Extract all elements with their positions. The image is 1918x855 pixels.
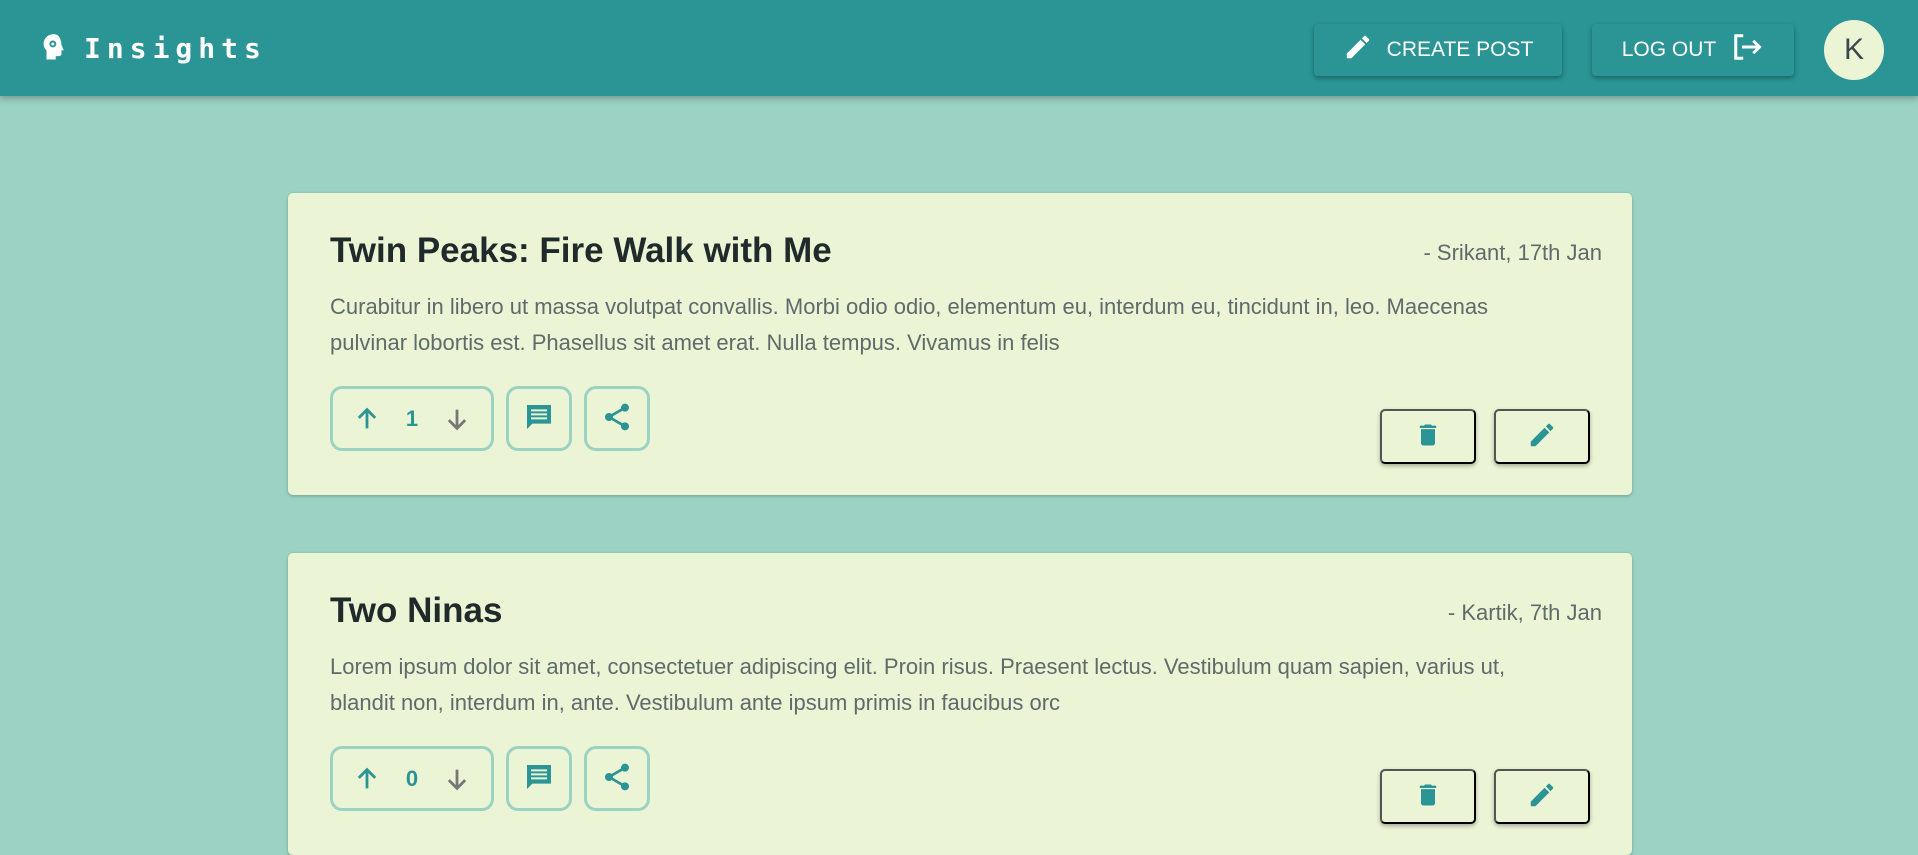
share-button[interactable] [584,746,650,811]
post-card: Twin Peaks: Fire Walk with Me - Srikant,… [288,193,1632,495]
comment-icon [523,761,555,796]
post-card: Two Ninas - Kartik, 7th Jan Lorem ipsum … [288,553,1632,855]
logout-label: LOG OUT [1621,38,1717,61]
edit-icon [1527,420,1557,453]
trash-icon [1414,780,1442,813]
comment-icon [523,401,555,436]
create-post-label: CREATE POST [1386,38,1534,61]
logout-button[interactable]: LOG OUT [1592,24,1794,76]
share-button[interactable] [584,386,650,451]
arrow-down-icon[interactable] [443,765,471,793]
comment-button[interactable] [506,746,572,811]
avatar[interactable]: K [1824,20,1884,80]
brand-name: Insights [84,31,267,65]
edit-icon [1527,780,1557,813]
post-title[interactable]: Twin Peaks: Fire Walk with Me [330,231,832,271]
vote-count: 0 [405,765,419,791]
arrow-down-icon[interactable] [443,405,471,433]
edit-button[interactable] [1494,769,1590,824]
app-bar: Insights CREATE POST LOG OUT K [0,0,1918,96]
post-body: Lorem ipsum dolor sit amet, consectetuer… [330,654,1506,715]
avatar-initial: K [1843,33,1864,66]
comment-button[interactable] [506,386,572,451]
vote-group: 1 [330,386,494,451]
create-post-button[interactable]: CREATE POST [1314,24,1562,76]
vote-count: 1 [405,405,419,431]
post-title[interactable]: Two Ninas [330,591,502,631]
trash-icon [1414,420,1442,453]
arrow-up-icon[interactable] [353,405,381,433]
arrow-up-icon[interactable] [353,765,381,793]
share-icon [601,401,633,436]
brain-icon [40,33,70,63]
vote-group: 0 [330,746,494,811]
post-meta: - Srikant, 17th Jan [1423,240,1602,265]
delete-button[interactable] [1380,409,1476,464]
logout-icon [1730,32,1764,68]
delete-button[interactable] [1380,769,1476,824]
post-meta: - Kartik, 7th Jan [1447,600,1602,625]
share-icon [601,761,633,796]
pencil-icon [1343,32,1373,68]
edit-button[interactable] [1494,409,1590,464]
brand[interactable]: Insights [40,30,267,66]
post-body: Curabitur in libero ut massa volutpat co… [330,294,1489,355]
